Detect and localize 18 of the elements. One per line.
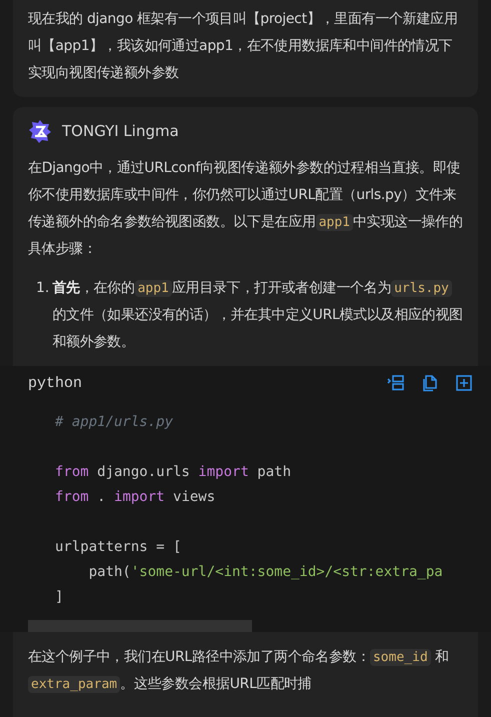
list-number: 1. <box>36 279 50 298</box>
code-line: from django.urls import path <box>55 463 292 482</box>
code-line: from . import views <box>55 488 216 507</box>
assistant-name: TONGYI Lingma <box>62 122 179 140</box>
language-label: python <box>28 374 82 392</box>
code-line: urlpatterns = [ <box>55 538 182 557</box>
code-line: ] <box>55 588 64 607</box>
scrollbar-thumb[interactable] <box>28 620 252 632</box>
insert-icon[interactable] <box>387 374 405 392</box>
code-line: path('some-url/<int:some_id>/<str:extra_pa <box>88 563 444 582</box>
plus-icon[interactable] <box>455 374 473 392</box>
copy-icon[interactable] <box>421 374 439 392</box>
step-text: 首先，在你的 app1 应用目录下，打开或者创建一个名为 urls.py 的文件（如果还没有的话），并在其中定义URL模式以及相应的视图和额外参数。 <box>52 279 463 352</box>
answer-paragraph: 在Django中，通过URLconf向视图传递额外参数的过程相当直接。即使你不使用数据库或中间件，你仍然可以通过URL配置（urls.py）文件来传递额外的命名参数给视图函数。以下是在应用 app1 中实现这一操作的具体步骤： <box>28 159 463 259</box>
logo-icon <box>28 119 52 143</box>
code-line: # app1/urls.py <box>55 413 174 432</box>
user-message: 现在我的 django 框架有一个项目叫【project】，里面有一个新建应用叫【app1】，我该如何通过app1，在不使用数据库和中间件的情况下实现向视图传递额外参数 <box>28 10 458 83</box>
answer-paragraph: 在这个例子中，我们在URL路径中添加了两个命名参数： some_id 和 extra_param 。这些参数会根据URL匹配时捕 <box>28 648 450 695</box>
